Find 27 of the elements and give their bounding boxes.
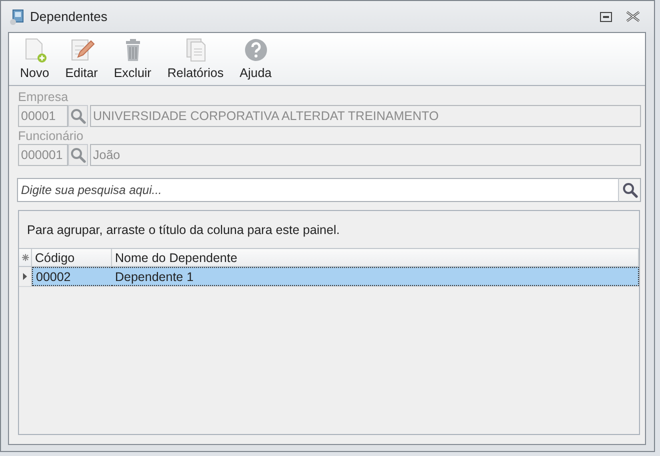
reports-button[interactable]: Relatórios	[159, 33, 232, 81]
lookup-button[interactable]	[68, 105, 88, 127]
edit-document-icon	[68, 37, 95, 63]
asterisk-icon	[22, 254, 28, 261]
delete-button[interactable]: Excluir	[106, 33, 160, 81]
group-hint: Para agrupar, arraste o título da coluna para este painel.	[27, 222, 340, 236]
table-cell[interactable]: 00002	[32, 267, 112, 286]
close-button[interactable]	[626, 11, 640, 22]
window-title: Dependentes	[30, 9, 108, 24]
search-field[interactable]: Digite sua pesquisa aqui...	[17, 178, 618, 202]
row-pointer-icon	[23, 273, 27, 280]
field-label: Empresa	[18, 90, 68, 104]
table-cell[interactable]: Dependente 1	[112, 267, 639, 286]
search-button[interactable]	[618, 178, 641, 202]
field-label: Funcionário	[18, 129, 84, 143]
new-button[interactable]: Novo	[12, 33, 58, 81]
lookup-button[interactable]	[68, 144, 88, 166]
column-header[interactable]: Código	[32, 249, 112, 266]
help-icon	[242, 37, 269, 63]
edit-button[interactable]: Editar	[57, 33, 106, 81]
search-icon	[70, 147, 86, 163]
search-icon	[70, 108, 86, 124]
window-icon	[9, 8, 25, 24]
help-button[interactable]: Ajuda	[232, 33, 280, 81]
column-header[interactable]: Nome do Dependente	[112, 249, 639, 266]
search-icon	[622, 182, 638, 198]
restore-button[interactable]	[600, 12, 612, 22]
